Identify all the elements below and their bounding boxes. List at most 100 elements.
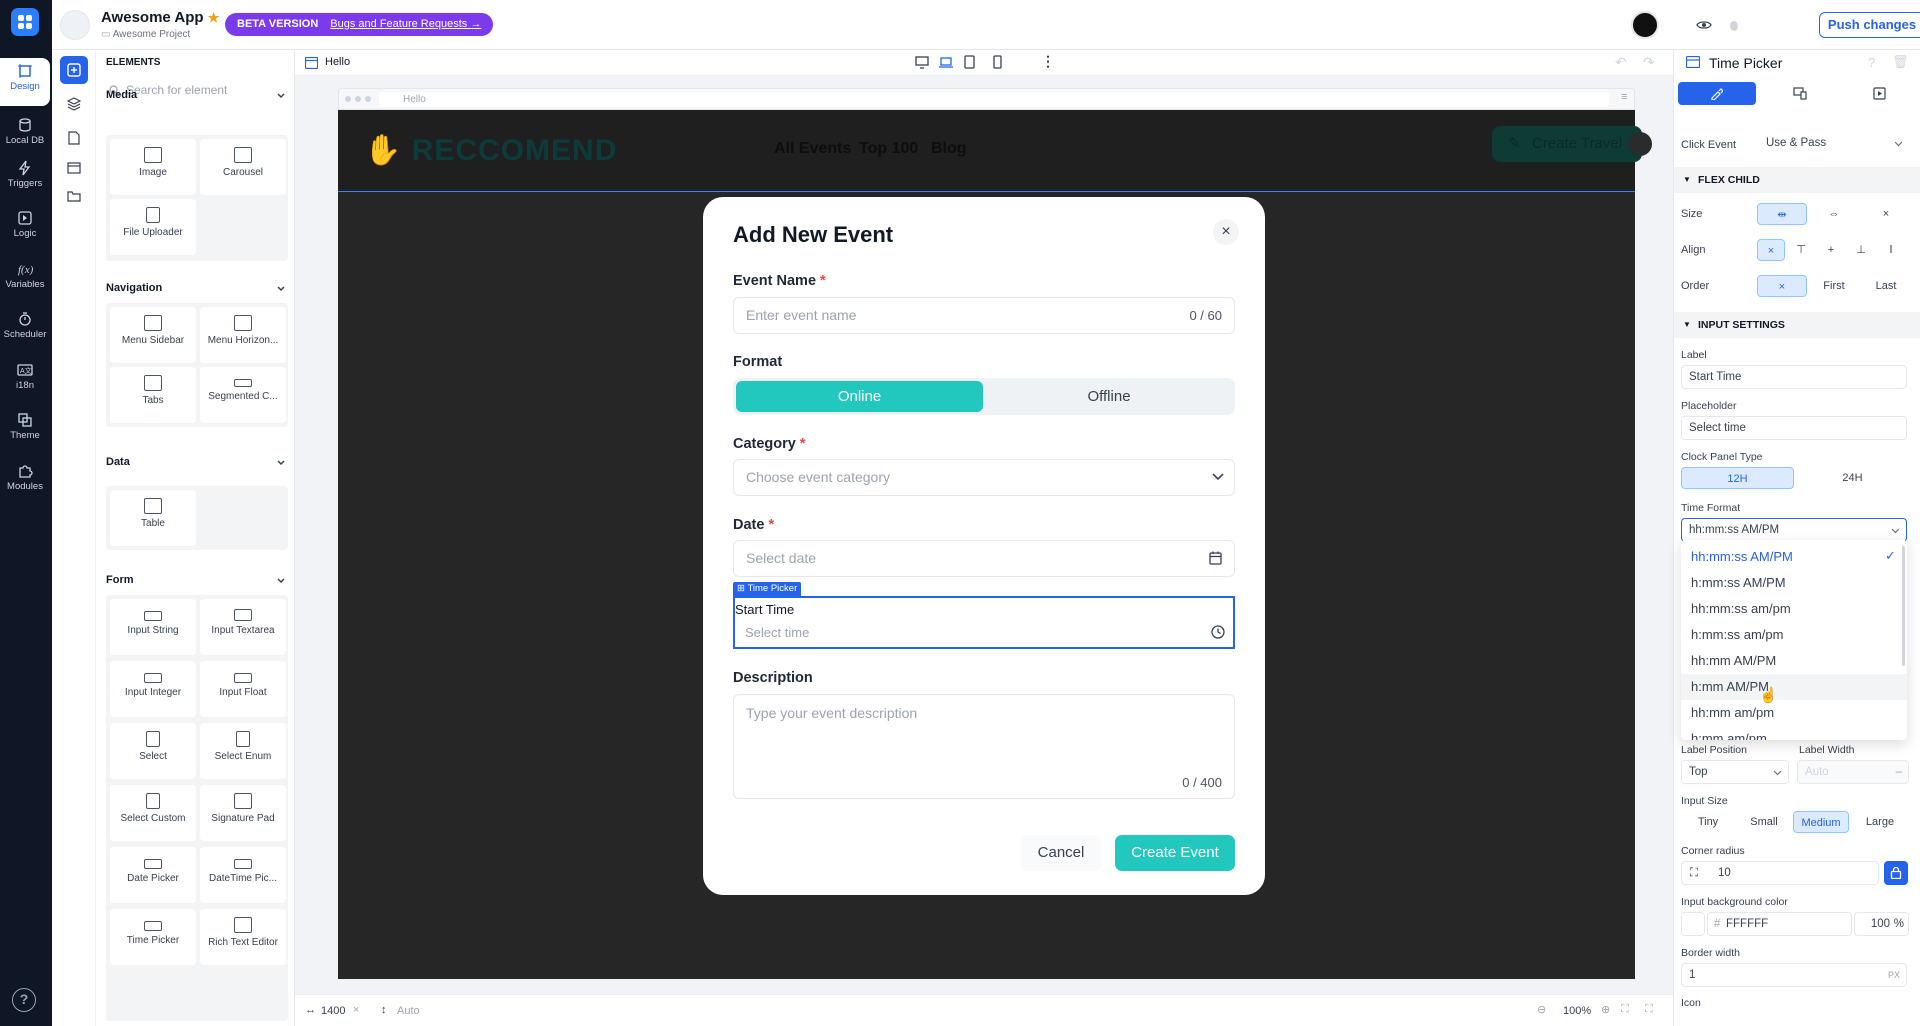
undo-icon[interactable]: ↶ [1615, 54, 1627, 71]
order-none-icon[interactable]: × [1757, 275, 1807, 297]
element-select-custom[interactable]: Select Custom [110, 785, 196, 841]
nav-link-blog[interactable]: Blog [931, 140, 967, 158]
size-none-icon[interactable]: × [1861, 203, 1911, 225]
chevron-down-icon[interactable] [276, 576, 286, 586]
rail-item-scheduler[interactable]: Scheduler [0, 306, 50, 354]
element-image[interactable]: Image [110, 139, 196, 195]
tab-responsive[interactable] [1761, 82, 1839, 105]
section-navigation-title[interactable]: Navigation [106, 282, 162, 294]
user-avatar[interactable] [1631, 11, 1659, 39]
site-navbar[interactable]: ✋ RECCOMEND All Events Top 100 Blog ✎ Cre… [338, 110, 1652, 192]
element-menu-sidebar[interactable]: Menu Sidebar [110, 307, 196, 363]
redo-icon[interactable]: ↷ [1643, 54, 1655, 71]
section-media-title[interactable]: Media [106, 89, 137, 101]
help-icon[interactable]: ? [12, 988, 36, 1012]
align-center-icon[interactable]: + [1817, 239, 1845, 261]
time-format-option[interactable]: h:mm:ss am/pm [1681, 622, 1907, 648]
element-menu-horizontal[interactable]: Menu Horizon... [200, 307, 286, 363]
element-select-enum[interactable]: Select Enum [200, 723, 286, 779]
element-input-string[interactable]: Input String [110, 599, 196, 655]
label-width-input[interactable]: Auto – [1797, 760, 1909, 784]
element-file-uploader[interactable]: File Uploader [110, 199, 196, 255]
page-name[interactable]: Hello [325, 56, 350, 68]
align-none-icon[interactable]: × [1757, 239, 1785, 261]
time-format-select[interactable]: hh:mm:ss AM/PM [1681, 518, 1907, 542]
nav-link-all-events[interactable]: All Events [774, 140, 851, 158]
folder-icon[interactable] [60, 182, 88, 210]
tab-events[interactable] [1841, 82, 1919, 105]
bug-icon[interactable] [1727, 17, 1741, 33]
chevron-down-icon[interactable] [276, 91, 286, 101]
click-event-select[interactable]: Use & Pass [1759, 132, 1909, 156]
clock-24h-button[interactable]: 24H [1796, 467, 1909, 489]
size-fill-icon[interactable]: ⇹ [1757, 203, 1807, 225]
rail-item-modules[interactable]: Modules [0, 458, 50, 506]
cancel-button[interactable]: Cancel [1021, 835, 1101, 871]
time-format-option[interactable]: h:mm AM/PM [1681, 674, 1907, 700]
close-width-icon[interactable]: × [353, 1004, 359, 1016]
time-format-option[interactable]: hh:mm am/pm [1681, 700, 1907, 726]
element-datetime-picker[interactable]: DateTime Pic... [200, 847, 286, 903]
app-logo[interactable] [11, 8, 39, 36]
format-offline-option[interactable]: Offline [986, 381, 1232, 412]
description-textarea[interactable]: Type your event description 0 / 400 [733, 694, 1235, 799]
width-value[interactable]: 1400 [321, 1005, 345, 1017]
size-small-button[interactable]: Small [1737, 811, 1791, 833]
size-large-button[interactable]: Large [1851, 811, 1909, 833]
desktop-icon[interactable] [915, 56, 929, 69]
clock-12h-button[interactable]: 12H [1681, 467, 1794, 489]
align-stretch-icon[interactable]: Ⅰ [1877, 239, 1905, 261]
laptop-icon[interactable] [939, 56, 953, 69]
more-options-icon[interactable]: ⋮ [1041, 53, 1055, 70]
corner-radius-input[interactable]: ⛶ 10 [1681, 861, 1879, 885]
bg-opacity-input[interactable]: 100% [1854, 912, 1909, 936]
section-form-title[interactable]: Form [106, 574, 134, 586]
chevron-down-icon[interactable] [276, 284, 286, 294]
preview-eye-icon[interactable] [1696, 17, 1712, 33]
fit-icon[interactable]: ⛶ [1621, 1003, 1629, 1016]
layers-icon[interactable] [60, 90, 88, 118]
border-width-input[interactable]: 1 PX [1681, 963, 1907, 987]
element-select[interactable]: Select [110, 723, 196, 779]
zoom-value[interactable]: 100% [1563, 1005, 1591, 1017]
rail-item-variables[interactable]: f(x) Variables [0, 256, 50, 304]
element-input-float[interactable]: Input Float [200, 661, 286, 717]
element-time-picker[interactable]: Time Picker [110, 909, 196, 965]
align-top-icon[interactable]: ⊤ [1787, 239, 1815, 261]
tab-style[interactable] [1678, 82, 1756, 105]
dropdown-scrollbar[interactable] [1902, 546, 1905, 666]
category-select[interactable]: Choose event category [733, 459, 1235, 496]
element-tabs[interactable]: Tabs [110, 367, 196, 423]
fullscreen-icon[interactable]: ⛶ [1645, 1003, 1653, 1016]
chevron-down-icon[interactable] [276, 458, 286, 468]
mobile-icon[interactable] [993, 55, 1002, 69]
add-element-icon[interactable] [60, 56, 88, 84]
event-name-input[interactable]: Enter event name 0 / 60 [733, 297, 1235, 334]
bug-report-link[interactable]: Bugs and Feature Requests → [330, 18, 481, 30]
zoom-in-icon[interactable]: ⊕ [1601, 1003, 1610, 1016]
element-table[interactable]: Table [110, 490, 196, 546]
date-input[interactable]: Select date [733, 540, 1235, 577]
element-input-integer[interactable]: Input Integer [110, 661, 196, 717]
create-event-button[interactable]: Create Event [1115, 835, 1235, 871]
time-format-option[interactable]: hh:mm:ss am/pm [1681, 596, 1907, 622]
format-online-option[interactable]: Online [736, 381, 983, 412]
time-format-option[interactable]: h:mm:ss AM/PM [1681, 570, 1907, 596]
label-input[interactable]: Start Time [1681, 365, 1907, 389]
rail-item-triggers[interactable]: Triggers [0, 155, 50, 203]
time-format-option[interactable]: hh:mm AM/PM [1681, 648, 1907, 674]
zoom-out-icon[interactable]: ⊖ [1537, 1003, 1546, 1016]
section-data-title[interactable]: Data [106, 456, 130, 468]
beta-badge[interactable]: BETA VERSION Bugs and Feature Requests → [225, 13, 494, 36]
time-format-option[interactable]: h:mm am/pm [1681, 726, 1907, 740]
nav-link-top-100[interactable]: Top 100 [859, 140, 918, 158]
rail-item-design[interactable]: Design [0, 58, 50, 106]
time-picker-component[interactable]: Start Time Select time [733, 596, 1235, 649]
order-first-button[interactable]: First [1809, 275, 1859, 297]
height-value[interactable]: Auto [397, 1005, 420, 1017]
tablet-icon[interactable] [964, 55, 975, 69]
create-travel-button[interactable]: ✎ Create Travel [1492, 126, 1642, 162]
element-segmented-control[interactable]: Segmented C... [200, 367, 286, 423]
star-icon[interactable]: ★ [208, 10, 220, 25]
trash-icon[interactable]: 🗑 [1892, 54, 1909, 70]
